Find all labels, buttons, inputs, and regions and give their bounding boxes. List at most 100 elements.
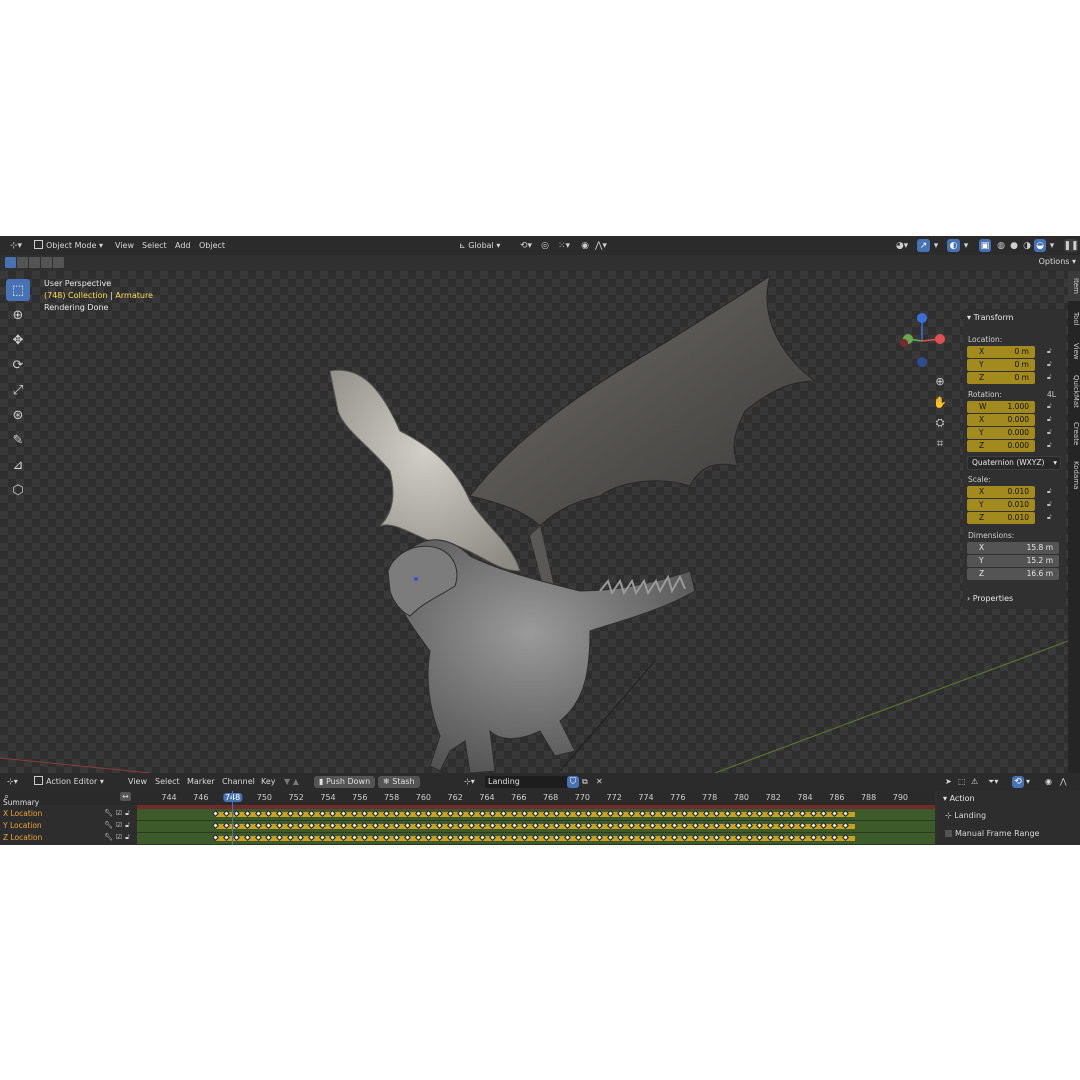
select-box-tool[interactable]: ⬚ (6, 279, 30, 301)
menu-object[interactable]: Object (199, 239, 225, 252)
zoom-button[interactable]: ⊕ (928, 371, 952, 391)
menu-view[interactable]: View (115, 239, 134, 252)
lock-icon[interactable]: 🔓︎ (1047, 360, 1052, 369)
annotate-tool[interactable]: ✎ (6, 429, 30, 451)
snap-toggle[interactable]: ◎ (539, 239, 551, 252)
playhead[interactable] (232, 791, 233, 845)
lock-icon[interactable]: 🔓︎ (1047, 500, 1052, 509)
lock-icon[interactable]: 🔓︎ (1047, 487, 1052, 496)
proportional-edit-toggle[interactable]: ◉ (579, 239, 591, 252)
ortho-toggle-button[interactable]: ⌗ (928, 434, 952, 454)
dimension-y-field[interactable]: Y 15.2 m (967, 555, 1059, 567)
channel-x-location[interactable]: X Location 🔧︎☑🔓︎ (0, 808, 137, 819)
channel-toggle-icons[interactable]: 🔧︎☑🔓︎ (104, 821, 133, 830)
select-new-icon[interactable] (5, 257, 16, 268)
rotate-tool[interactable]: ⟳ (6, 354, 30, 376)
mode-dropdown[interactable]: Object Mode ▾ (34, 239, 103, 252)
channel-y-location[interactable]: Y Location 🔧︎☑🔓︎ (0, 820, 137, 831)
location-z-field[interactable]: Z0 m (967, 372, 1035, 384)
tab-view[interactable]: View (1068, 337, 1080, 365)
lock-icon[interactable]: 🔓︎ (1047, 415, 1052, 424)
lock-icon[interactable]: 🔓︎ (1047, 402, 1052, 411)
overlay-dropdown[interactable]: ▾ (961, 239, 971, 252)
menu-select[interactable]: Select (142, 239, 167, 252)
location-y-field[interactable]: Y0 m (967, 359, 1035, 371)
keyframe-area[interactable] (137, 805, 935, 845)
transform-tool[interactable]: ⊛ (6, 404, 30, 426)
lock-icon[interactable]: 🔓︎ (1047, 373, 1052, 382)
menu-marker[interactable]: Marker (187, 776, 215, 788)
shading-solid[interactable]: ● (1008, 239, 1020, 252)
measure-tool[interactable]: ⊿ (6, 454, 30, 476)
add-cube-tool[interactable]: ⬡ (6, 479, 30, 501)
rotation-lock-4l[interactable]: 4L (1047, 390, 1056, 399)
shading-wireframe[interactable]: ◍ (995, 239, 1007, 252)
rotation-z-field[interactable]: Z 0.000 (967, 440, 1035, 452)
unlink-action-button[interactable]: ✕ (596, 776, 603, 788)
select-intersect-icon[interactable] (53, 257, 64, 268)
menu-select[interactable]: Select (155, 776, 180, 788)
visibility-button[interactable]: ◕▾ (892, 239, 912, 252)
menu-key[interactable]: Key (261, 776, 276, 788)
action-panel-header[interactable]: ▾ Action (943, 794, 975, 803)
transform-header[interactable]: ▾ Transform (967, 311, 1013, 325)
tab-kodama[interactable]: Kodama (1068, 455, 1080, 495)
stash-button[interactable]: ❄ Stash (378, 776, 420, 788)
tab-quickmat[interactable]: QuickMat (1068, 369, 1080, 413)
scale-tool[interactable]: ⤢ (6, 379, 30, 401)
pivot-button[interactable]: ⟲▾ (516, 239, 536, 252)
auto-snap-toggle[interactable]: ⟲ (1012, 776, 1024, 788)
camera-view-button[interactable]: ⛭ (928, 413, 952, 433)
channel-z-location[interactable]: Z Location 🔧︎☑🔓︎ (0, 832, 137, 843)
channel-toggle-icons[interactable]: 🔧︎☑🔓︎ (104, 809, 133, 818)
channel-summary[interactable]: Summary (0, 798, 137, 807)
filter-button[interactable]: ⏷▾ (988, 776, 998, 788)
dimension-z-field[interactable]: Z 16.6 m (967, 568, 1059, 580)
select-extend-icon[interactable] (17, 257, 28, 268)
select-subtract-icon[interactable] (29, 257, 40, 268)
snap-dropdown[interactable]: ▾ (1026, 776, 1030, 788)
dimension-x-field[interactable]: X 15.8 m (967, 542, 1059, 554)
only-selected-toggle[interactable]: ➤ (945, 776, 952, 788)
scale-x-field[interactable]: X 0.010 (967, 486, 1035, 498)
rotation-x-field[interactable]: X 0.000 (967, 414, 1035, 426)
orientation-dropdown[interactable]: ⊾ Global ▾ (459, 239, 500, 252)
overlay-toggle[interactable]: ◐ (947, 239, 960, 252)
tab-tool[interactable]: Tool (1068, 305, 1080, 333)
frame-ruler[interactable]: 7447467487507527547567587607627647667687… (137, 791, 935, 805)
menu-channel[interactable]: Channel (222, 776, 255, 788)
lock-icon[interactable]: 🔓︎ (1047, 441, 1052, 450)
layer-arrows[interactable]: ▼ ▲ (284, 776, 299, 788)
snap-target-button[interactable]: ⁙▾ (554, 239, 574, 252)
lock-icon[interactable]: 🔓︎ (1047, 347, 1052, 356)
pan-button[interactable]: ✋ (928, 392, 952, 412)
scale-y-field[interactable]: Y 0.010 (967, 499, 1035, 511)
show-hidden-toggle[interactable]: ⬚ (958, 776, 966, 788)
navigation-gizmo[interactable] (898, 311, 948, 371)
menu-view[interactable]: View (128, 776, 147, 788)
pause-render-button[interactable]: ❚❚ (1063, 239, 1079, 252)
action-datablock[interactable]: ⊹ Landing (945, 811, 986, 820)
falloff-button[interactable]: ⋀ (1060, 776, 1067, 788)
gizmo-toggle[interactable]: ↗ (917, 239, 930, 252)
cursor-tool[interactable]: ⊕ (6, 304, 30, 326)
xray-toggle[interactable]: ▣ (979, 239, 991, 252)
shading-rendered[interactable]: ◒ (1034, 239, 1046, 252)
shading-material[interactable]: ◑ (1021, 239, 1033, 252)
new-action-button[interactable]: ⧉ (582, 776, 588, 788)
select-invert-icon[interactable] (41, 257, 52, 268)
rotation-mode-dropdown[interactable]: Quaternion (WXYZ) ▾ (967, 456, 1061, 470)
manual-frame-range-checkbox[interactable]: Manual Frame Range (945, 829, 1039, 838)
rotation-y-field[interactable]: Y 0.000 (967, 427, 1035, 439)
move-tool[interactable]: ✥ (6, 329, 30, 351)
location-x-field[interactable]: X0 m (967, 346, 1035, 358)
lock-icon[interactable]: 🔓︎ (1047, 513, 1052, 522)
options-dropdown[interactable]: Options ▾ (1039, 257, 1076, 266)
channel-toggle-icons[interactable]: 🔧︎☑🔓︎ (104, 833, 133, 842)
dopesheet-mode-dropdown[interactable]: Action Editor ▾ (34, 776, 104, 788)
tab-create[interactable]: Create (1068, 417, 1080, 451)
action-name-field[interactable]: Landing (485, 776, 568, 788)
action-browse-button[interactable]: ⊹▾ (464, 776, 475, 788)
proportional-toggle[interactable]: ◉ (1045, 776, 1052, 788)
properties-header[interactable]: › Properties (967, 592, 1013, 606)
